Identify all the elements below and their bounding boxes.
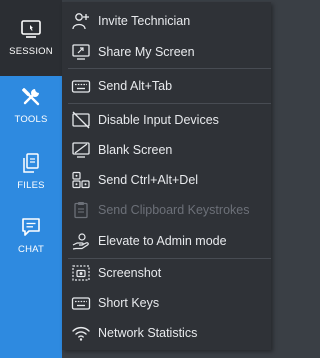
blank-screen-icon [72, 142, 90, 158]
wifi-icon [72, 326, 90, 341]
menu-separator [68, 68, 271, 69]
menu-item-screenshot[interactable]: Screenshot [62, 258, 271, 288]
menu-item-short-keys[interactable]: Short Keys [62, 288, 271, 318]
sidebar-item-label: CHAT [18, 244, 44, 255]
menu-item-label: Blank Screen [98, 143, 173, 157]
menu-item-invite-technician[interactable]: Invite Technician [62, 6, 271, 36]
sidebar-item-label: SESSION [9, 46, 53, 57]
chat-icon [22, 218, 40, 236]
menu-item-blank-screen[interactable]: Blank Screen [62, 135, 271, 165]
menu-item-label: Send Clipboard Keystrokes [98, 203, 250, 217]
sidebar: SESSION TOOLS FILES CHAT [0, 0, 62, 358]
ctrl-alt-del-icon [72, 171, 90, 189]
session-menu: Invite Technician Share My Screen Send A… [62, 2, 271, 350]
disable-input-icon [72, 111, 90, 129]
menu-item-label: Disable Input Devices [98, 113, 219, 127]
menu-item-label: Send Alt+Tab [98, 79, 173, 93]
menu-item-label: Short Keys [98, 296, 160, 310]
menu-item-send-ctrl-alt-del[interactable]: Send Ctrl+Alt+Del [62, 165, 271, 195]
menu-item-label: Screenshot [98, 266, 162, 280]
menu-item-network-statistics[interactable]: Network Statistics [62, 318, 271, 348]
sidebar-item-tools[interactable]: TOOLS [0, 82, 62, 144]
menu-item-elevate-to-admin-mode[interactable]: Elevate to Admin mode [62, 226, 271, 256]
sidebar-item-label: TOOLS [14, 114, 48, 125]
sidebar-item-session[interactable]: SESSION [0, 0, 62, 76]
clipboard-icon [74, 202, 88, 219]
menu-item-send-clipboard-keystrokes[interactable]: Send Clipboard Keystrokes [62, 195, 271, 225]
menu-item-label: Send Ctrl+Alt+Del [98, 173, 199, 187]
session-icon [21, 20, 41, 38]
sidebar-item-chat[interactable]: CHAT [0, 214, 62, 260]
keyboard-icon [71, 80, 91, 93]
files-icon [23, 153, 39, 173]
share-screen-icon [72, 44, 90, 60]
menu-item-disable-input-devices[interactable]: Disable Input Devices [62, 105, 271, 135]
menu-separator [68, 103, 271, 104]
invite-user-icon [72, 13, 89, 30]
tools-icon [22, 88, 40, 106]
menu-item-label: Share My Screen [98, 45, 195, 59]
sidebar-item-label: FILES [17, 180, 45, 191]
menu-item-share-my-screen[interactable]: Share My Screen [62, 37, 271, 67]
menu-item-label: Invite Technician [98, 14, 191, 28]
menu-item-label: Network Statistics [98, 326, 198, 340]
screenshot-icon [72, 265, 90, 281]
menu-item-label: Elevate to Admin mode [98, 234, 227, 248]
elevate-hand-icon [72, 233, 89, 250]
menu-item-send-alt-tab[interactable]: Send Alt+Tab [62, 71, 271, 101]
keyboard-icon [71, 297, 91, 310]
sidebar-item-files[interactable]: FILES [0, 148, 62, 194]
